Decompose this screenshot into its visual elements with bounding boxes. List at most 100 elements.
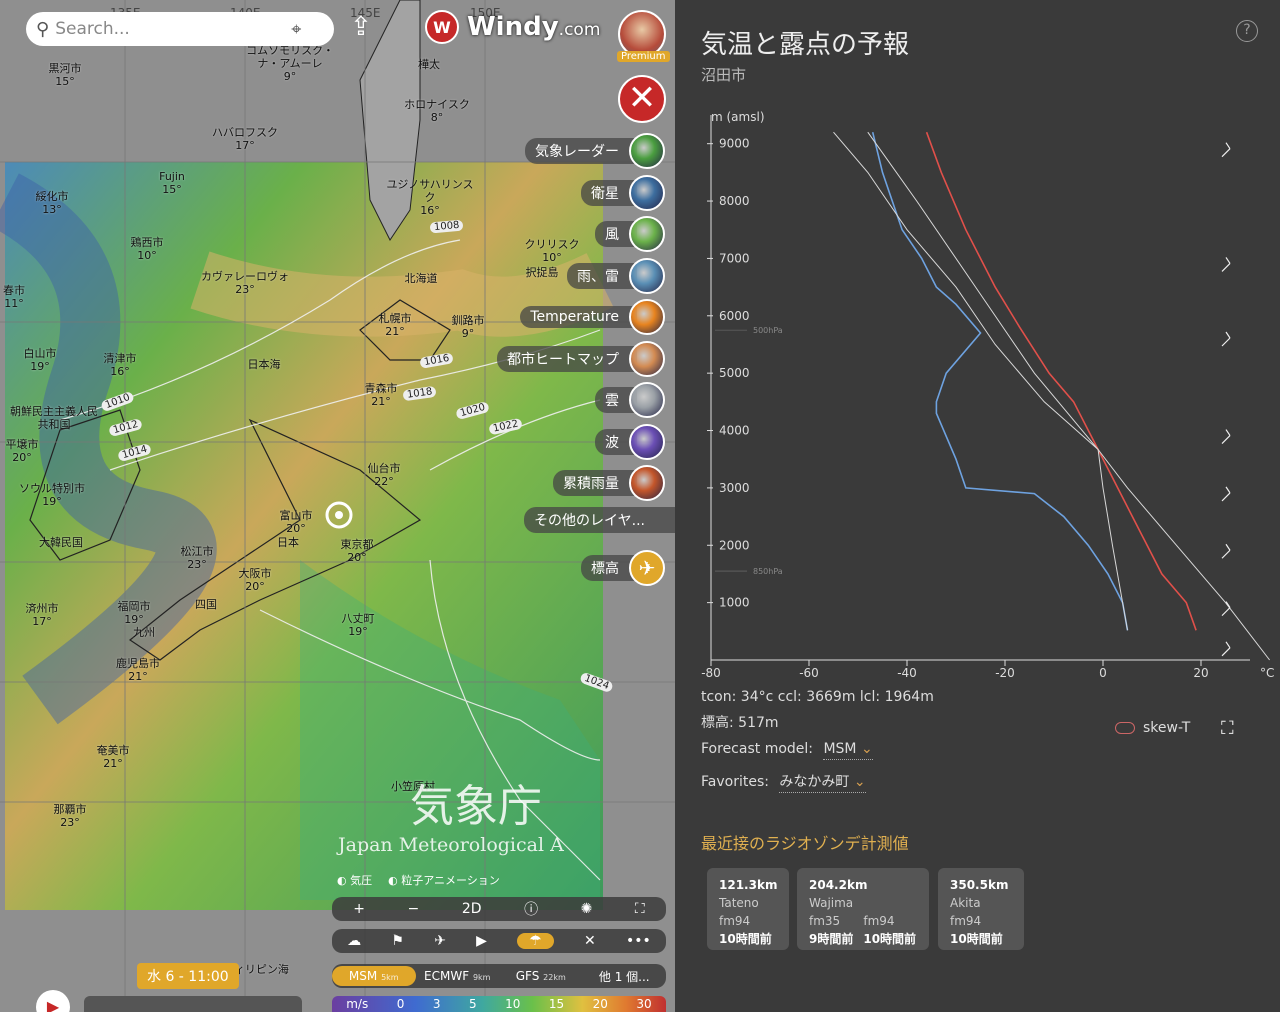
layer-item[interactable]: 雲	[595, 382, 665, 418]
zoom-in-button[interactable]: +	[353, 901, 365, 917]
map-place-label[interactable]: 綏化市 13°	[7, 190, 97, 216]
place-name: 綏化市	[35, 190, 69, 203]
forecast-model-label: Forecast model:	[701, 741, 813, 757]
share-icon[interactable]: ⇪	[350, 12, 372, 42]
x-tick-label: -40	[897, 666, 917, 680]
model-option[interactable]: 他 1 個...	[583, 965, 667, 988]
card-run: fm94 10時間前	[719, 912, 772, 948]
map-place-label[interactable]: 清津市 16°	[75, 352, 165, 378]
layer-item[interactable]: 気象レーダー	[525, 133, 665, 169]
map-place-label[interactable]: 鶏西市 10°	[102, 236, 192, 262]
locate-icon[interactable]: ⌖	[291, 19, 301, 40]
map-place-label[interactable]: Fujin 15°	[127, 170, 217, 196]
scale-tick: 5	[468, 997, 477, 1011]
x-tick-label: -60	[799, 666, 819, 680]
map-place-label[interactable]: 八丈町 19°	[313, 612, 403, 638]
map-place-label[interactable]: カヴァレーロヴォ 23°	[200, 270, 290, 296]
layer-label: 都市ヒートマップ	[497, 345, 637, 372]
airport-icon[interactable]: ✈	[434, 933, 446, 949]
close-button[interactable]: ✕	[618, 75, 666, 123]
info-icon[interactable]: ⓘ	[524, 899, 538, 919]
weather-icon[interactable]: ☁	[347, 933, 361, 949]
map-place-label[interactable]: ハバロフスク 17°	[200, 126, 290, 152]
layer-item[interactable]: 衛星	[581, 174, 665, 211]
timeline-track[interactable]	[84, 996, 302, 1012]
place-temp: 20°	[286, 522, 306, 535]
search-box[interactable]: ⚲ ⌖	[26, 12, 334, 46]
pressure-toggle[interactable]: ◐ 気圧	[337, 872, 372, 888]
model-option[interactable]: MSM 5km	[332, 966, 416, 986]
map-place-label[interactable]: ユジノサハリンスク 16°	[385, 178, 475, 217]
zoom-out-button[interactable]: −	[408, 901, 420, 917]
scale-tick: 30	[636, 997, 652, 1011]
layer-item[interactable]: 雨、雷	[567, 257, 665, 294]
map-place-label[interactable]: 鹿児島市 21°	[93, 657, 183, 683]
favorites-select[interactable]: みなかみ町 ⌄	[779, 774, 866, 793]
x-tick-label: 20	[1193, 666, 1208, 680]
y-tick-label: 7000	[719, 251, 750, 265]
scale-tick: m/s	[346, 997, 369, 1011]
model-option[interactable]: ECMWF 9km	[416, 966, 500, 986]
place-temp: 15°	[55, 75, 75, 88]
map-place-label[interactable]: 富山市 20°	[251, 509, 341, 535]
layer-item[interactable]: Temperature	[520, 299, 665, 335]
map-place-label[interactable]: 仙台市 22°	[339, 462, 429, 488]
weather-map[interactable]: ユジノサハリンスク 16° ハバロフスク 17° ホロナイスク 8° 黒河市 15° Fujin…	[0, 0, 675, 1012]
layer-item[interactable]: 波	[595, 423, 665, 460]
place-name: 釧路市	[451, 314, 485, 327]
elevation-button[interactable]: 標高 ✈	[581, 550, 665, 586]
model-option[interactable]: GFS 22km	[499, 966, 583, 986]
x-tick-label: -20	[995, 666, 1015, 680]
y-tick-label: 6000	[719, 309, 750, 323]
map-place-label[interactable]: 北海道	[376, 272, 466, 285]
map-place-label[interactable]: ソウル特別市 19°	[7, 482, 97, 508]
fullscreen-icon[interactable]: ⛶	[635, 901, 645, 917]
card-station: Akita	[950, 896, 981, 910]
card-distance: 350.5km	[950, 878, 1009, 892]
map-place-label[interactable]: 日本	[243, 536, 333, 549]
place-name: ユジノサハリンスク	[386, 178, 474, 204]
close-tool-icon[interactable]: ✕	[584, 933, 596, 949]
expand-icon[interactable]: ⛶	[1221, 718, 1234, 739]
map-place-label[interactable]: 四国	[161, 598, 251, 611]
map-place-label[interactable]: 黒河市 15°	[20, 62, 110, 88]
more-icon[interactable]: •••	[626, 933, 651, 949]
card-run-time: 9時間前	[809, 932, 854, 946]
flag-icon[interactable]: ⚑	[391, 933, 404, 949]
map-place-label[interactable]: 済州市 17°	[0, 602, 87, 628]
map-place-label[interactable]: 平壌市 20°	[0, 438, 67, 464]
mode-2d-button[interactable]: 2D	[462, 901, 482, 917]
windy-logo[interactable]: W Windy.com	[425, 10, 600, 44]
help-icon[interactable]: ?	[1236, 20, 1258, 42]
y-tick-label: 8000	[719, 194, 750, 208]
search-input[interactable]	[55, 19, 286, 39]
place-name: 鹿児島市	[116, 657, 160, 670]
particles-toggle[interactable]: ◐ 粒子アニメーション	[388, 872, 500, 888]
map-place-label[interactable]: 奄美市 21°	[68, 744, 158, 770]
webcam-icon[interactable]: ▶	[476, 933, 487, 949]
layer-item[interactable]: 都市ヒートマップ	[497, 340, 665, 377]
layer-thumbnail-icon	[629, 257, 665, 294]
map-place-label[interactable]: 那覇市 23°	[25, 803, 115, 829]
radiosonde-card[interactable]: 121.3km Tateno fm94 10時間前	[707, 868, 789, 950]
map-place-label[interactable]: 大韓民国	[16, 536, 106, 549]
layer-item[interactable]: 風	[595, 216, 665, 252]
map-place-label[interactable]: 大阪市 20°	[210, 567, 300, 593]
map-place-label[interactable]: 釧路市 9°	[423, 314, 513, 340]
forecast-model-select[interactable]: MSM ⌄	[823, 741, 873, 760]
map-place-label[interactable]: 春市 11°	[0, 284, 59, 310]
more-layers-button[interactable]: その他のレイヤ...	[524, 507, 675, 533]
hurricane-icon[interactable]: ✺	[581, 901, 593, 917]
time-label[interactable]: 水 6 - 11:00	[137, 963, 239, 989]
skewt-toggle[interactable]: skew-T	[1115, 720, 1190, 736]
layer-item[interactable]: 累積雨量	[553, 465, 665, 501]
map-place-label[interactable]: 朝鮮民主主義人民共和国	[9, 405, 99, 431]
radiosonde-card[interactable]: 204.2km Wajima fm35 9時間前 fm94 10時間前	[797, 868, 929, 950]
place-name: 九州	[133, 626, 155, 639]
radiosonde-card[interactable]: 350.5km Akita fm94 10時間前	[938, 868, 1024, 950]
paraglide-icon[interactable]: ☂	[517, 933, 554, 949]
map-place-label[interactable]: 九州	[99, 626, 189, 639]
map-place-label[interactable]: 日本海	[219, 358, 309, 371]
map-place-label[interactable]: 白山市 19°	[0, 347, 85, 373]
map-place-label[interactable]: ホロナイスク 8°	[392, 98, 482, 124]
